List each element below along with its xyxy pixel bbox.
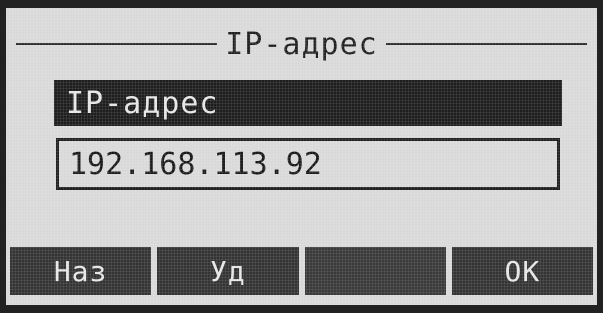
screen-title-row: IP-адрес (16, 26, 587, 62)
delete-softkey[interactable]: Уд (157, 247, 299, 295)
title-rule-left (16, 43, 218, 45)
ok-softkey[interactable]: ОК (451, 247, 593, 295)
phone-bezel: IP-адрес IP-адрес 192.168.113.92 Наз Уд … (0, 0, 603, 313)
softkey-bar: Наз Уд ОК (6, 247, 597, 295)
screen-title: IP-адрес (225, 26, 378, 62)
ip-address-label: IP-адрес (54, 80, 562, 126)
title-rule-right (385, 43, 587, 45)
ip-address-field[interactable]: 192.168.113.92 (56, 138, 560, 190)
lcd-screen: IP-адрес IP-адрес 192.168.113.92 Наз Уд … (6, 8, 597, 305)
back-softkey[interactable]: Наз (10, 247, 152, 295)
empty-softkey[interactable] (304, 247, 446, 295)
